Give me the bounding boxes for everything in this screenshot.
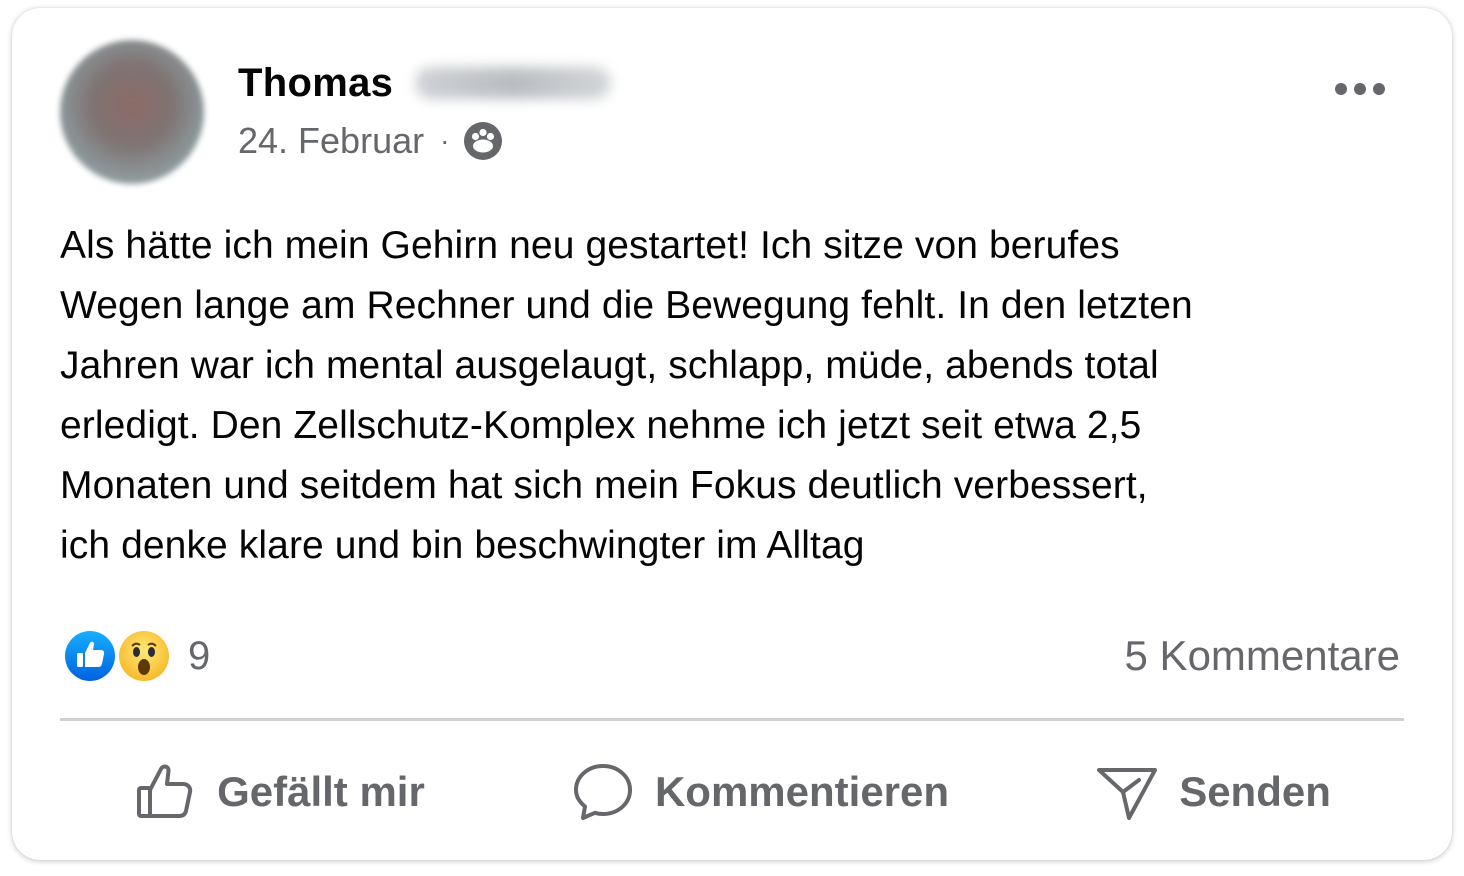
comment-button-label: Kommentieren <box>654 768 950 815</box>
reaction-count[interactable]: 9 <box>188 634 210 679</box>
send-button[interactable]: Senden <box>1075 752 1351 832</box>
post-text: Als hätte ich mein Gehirn neu gestartet!… <box>60 224 1193 567</box>
comment-button[interactable]: Kommentieren <box>551 752 969 832</box>
author-name[interactable]: Thomas <box>238 61 393 106</box>
more-options-button[interactable] <box>1328 74 1392 104</box>
comments-count[interactable]: 5 Kommentare <box>1125 628 1400 684</box>
author-surname-redacted <box>415 67 612 99</box>
action-bar: Gefällt mir Kommentieren Senden <box>60 750 1404 834</box>
thumbs-up-icon <box>133 760 197 824</box>
post-date[interactable]: 24. Februar <box>238 120 424 162</box>
like-button-label: Gefällt mir <box>217 768 425 815</box>
reaction-icons[interactable] <box>62 626 174 686</box>
friends-icon[interactable] <box>463 121 503 161</box>
send-icon <box>1095 760 1159 824</box>
avatar[interactable] <box>60 40 204 184</box>
reactions-summary[interactable]: 9 <box>62 626 210 686</box>
send-button-label: Senden <box>1179 768 1331 815</box>
like-reaction-icon <box>62 628 118 684</box>
comment-bubble-icon <box>571 760 635 824</box>
more-options-icon <box>1335 83 1385 95</box>
meta-separator: · <box>440 125 450 156</box>
like-button[interactable]: Gefällt mir <box>113 752 445 832</box>
divider <box>60 718 1404 721</box>
post-card: Thomas 24. Februar · Als hätte ich mein … <box>12 8 1452 860</box>
wow-reaction-icon <box>116 628 172 684</box>
post-meta: 24. Februar · <box>238 118 503 164</box>
author-row: Thomas <box>238 58 612 108</box>
